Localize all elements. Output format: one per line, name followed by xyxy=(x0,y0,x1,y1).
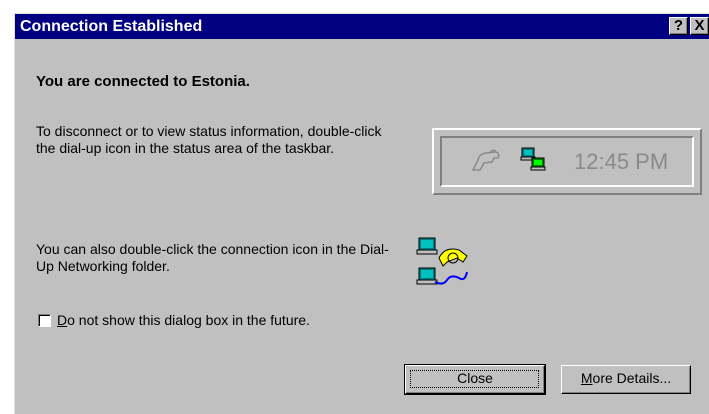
window-title: Connection Established xyxy=(20,18,203,35)
close-button[interactable]: Close xyxy=(404,364,546,395)
folder-instructions: You can also double-click the connection… xyxy=(36,241,389,274)
connection-dialog: Connection Established ? X You are conne… xyxy=(14,13,709,414)
taskbar-status-preview: 12:45 PM xyxy=(432,128,702,195)
title-bar[interactable]: Connection Established ? X xyxy=(15,14,709,39)
connection-heading: You are connected to Estonia. xyxy=(36,73,250,90)
taskbar-clock: 12:45 PM xyxy=(574,149,669,174)
help-button[interactable]: ? xyxy=(669,17,688,35)
phone-handset-icon xyxy=(470,148,502,179)
title-close-button[interactable]: X xyxy=(690,17,709,35)
do-not-show-checkbox[interactable] xyxy=(38,314,51,327)
disconnect-instructions: To disconnect or to view status informat… xyxy=(36,123,382,156)
dialup-network-icon xyxy=(520,146,548,179)
more-details-button[interactable]: More Details... xyxy=(561,365,691,394)
dialup-networking-icon xyxy=(415,236,471,299)
status-area: 12:45 PM xyxy=(440,136,694,187)
do-not-show-label[interactable]: Do not show this dialog box in the futur… xyxy=(57,312,310,329)
